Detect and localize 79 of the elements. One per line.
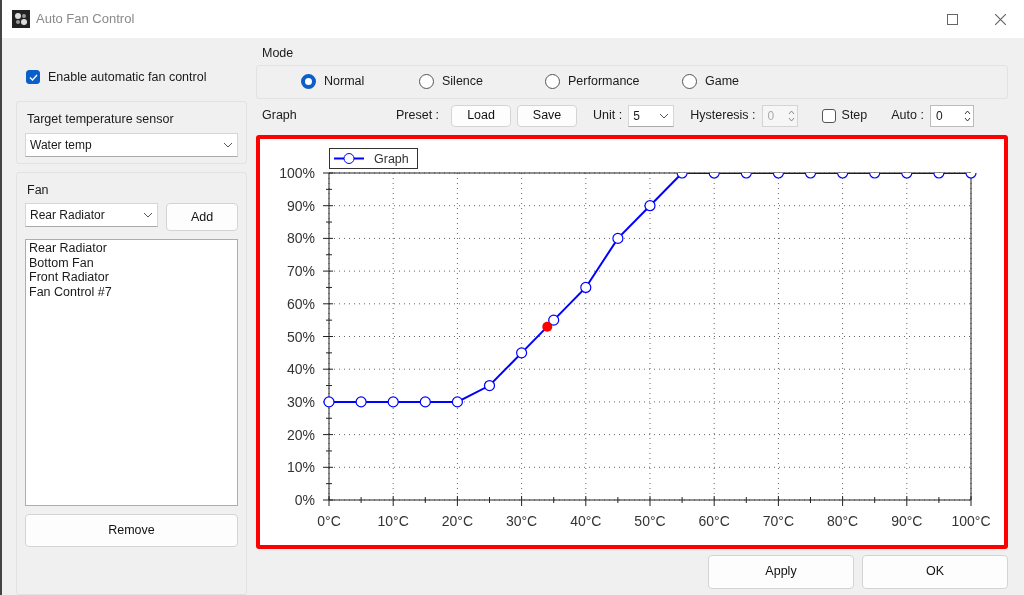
axis-label: 90°C	[891, 512, 923, 529]
axis-label: 0°C	[317, 512, 341, 529]
close-icon[interactable]	[994, 13, 1006, 25]
axis-label: 30°C	[505, 512, 538, 529]
unit-label: Unit :	[593, 107, 623, 125]
ok-button[interactable]: OK	[862, 554, 1008, 589]
list-item[interactable]: Rear Radiator	[29, 241, 234, 256]
add-button[interactable]: Add	[166, 203, 238, 232]
axis-label: 10%	[286, 459, 315, 476]
point	[419, 396, 431, 408]
chevron-icon	[223, 141, 233, 148]
point	[483, 379, 496, 391]
fan-dropdown[interactable]: Rear Radiator	[25, 203, 158, 228]
checkbox-label: Step	[841, 107, 868, 125]
group-title: Mode	[262, 45, 295, 62]
axis-label: 80°C	[826, 512, 859, 529]
axis-label: 100%	[279, 164, 315, 181]
axis-label: 30%	[286, 393, 315, 410]
radio-button[interactable]	[301, 74, 316, 90]
radio-label: Silence	[442, 73, 483, 91]
point	[387, 396, 399, 408]
axis-label: 20%	[286, 426, 315, 443]
point	[355, 396, 367, 408]
maximize-icon[interactable]	[946, 13, 958, 25]
spin-arrows-icon	[787, 109, 795, 122]
axis-label: 70°C	[762, 512, 795, 529]
fan-icon	[12, 10, 30, 28]
axis-label: 10°C	[377, 512, 409, 529]
radio-button[interactable]	[419, 74, 434, 90]
point	[323, 396, 335, 408]
radio-label: Normal	[324, 73, 365, 91]
point	[516, 347, 528, 359]
apply-button[interactable]: Apply	[708, 554, 854, 589]
list-item[interactable]: Front Radiator	[29, 270, 234, 285]
axis-label: 60%	[286, 295, 315, 312]
curve-line[interactable]	[323, 172, 977, 408]
axis-label: 80%	[286, 230, 315, 247]
checkbox[interactable]	[821, 108, 836, 123]
point	[548, 314, 560, 326]
axis-label: 100°C	[951, 512, 991, 529]
auto-label: Auto :	[891, 107, 924, 125]
list-item[interactable]: Bottom Fan	[29, 255, 234, 271]
group-title: Target temperature sensor	[27, 110, 175, 128]
spin-arrows-icon	[963, 109, 971, 122]
group-title: Fan	[27, 181, 50, 199]
axis-label: 70%	[286, 262, 315, 279]
point	[451, 396, 463, 408]
axis-label: 0%	[294, 491, 315, 508]
radio-button[interactable]	[545, 74, 560, 90]
remove-button[interactable]: Remove	[25, 514, 238, 548]
hysteresis-label: Hysteresis :	[690, 107, 756, 125]
axis-label: 50°C	[634, 512, 666, 529]
checkbox-label: Enable automatic fan control	[48, 69, 207, 86]
radio-label: Performance	[568, 73, 640, 91]
axis-label: 40%	[286, 360, 315, 377]
checkbox[interactable]	[26, 70, 40, 85]
auto-spinner[interactable]: 0	[929, 104, 974, 127]
unit-dropdown[interactable]: 5	[628, 104, 675, 127]
chevron-icon	[659, 112, 670, 119]
axis-label: 40°C	[570, 512, 602, 529]
axis-label: 90%	[286, 197, 315, 214]
current-point	[542, 321, 553, 332]
axis-label: 20°C	[441, 512, 474, 529]
chart-legend: Graph	[329, 147, 418, 169]
axis-label: 60°C	[698, 512, 730, 529]
fan-list[interactable]: Rear Radiator Bottom Fan Front Radiator Fan Control #7	[25, 239, 238, 507]
save-button[interactable]: Save	[517, 104, 578, 127]
window-title: Auto Fan Control	[36, 10, 135, 29]
axis-label: 50%	[286, 328, 315, 345]
point	[580, 281, 592, 293]
radio-button[interactable]	[682, 74, 697, 90]
legend-label: Graph	[374, 151, 409, 166]
group-title: Graph	[262, 107, 298, 125]
radio-label: Game	[705, 73, 740, 91]
preset-label: Preset :	[396, 107, 440, 125]
load-button[interactable]: Load	[451, 104, 512, 127]
list-item[interactable]: Fan Control #7	[29, 284, 234, 300]
sensor-dropdown[interactable]: Water temp	[25, 132, 238, 157]
chevron-icon	[143, 212, 153, 219]
